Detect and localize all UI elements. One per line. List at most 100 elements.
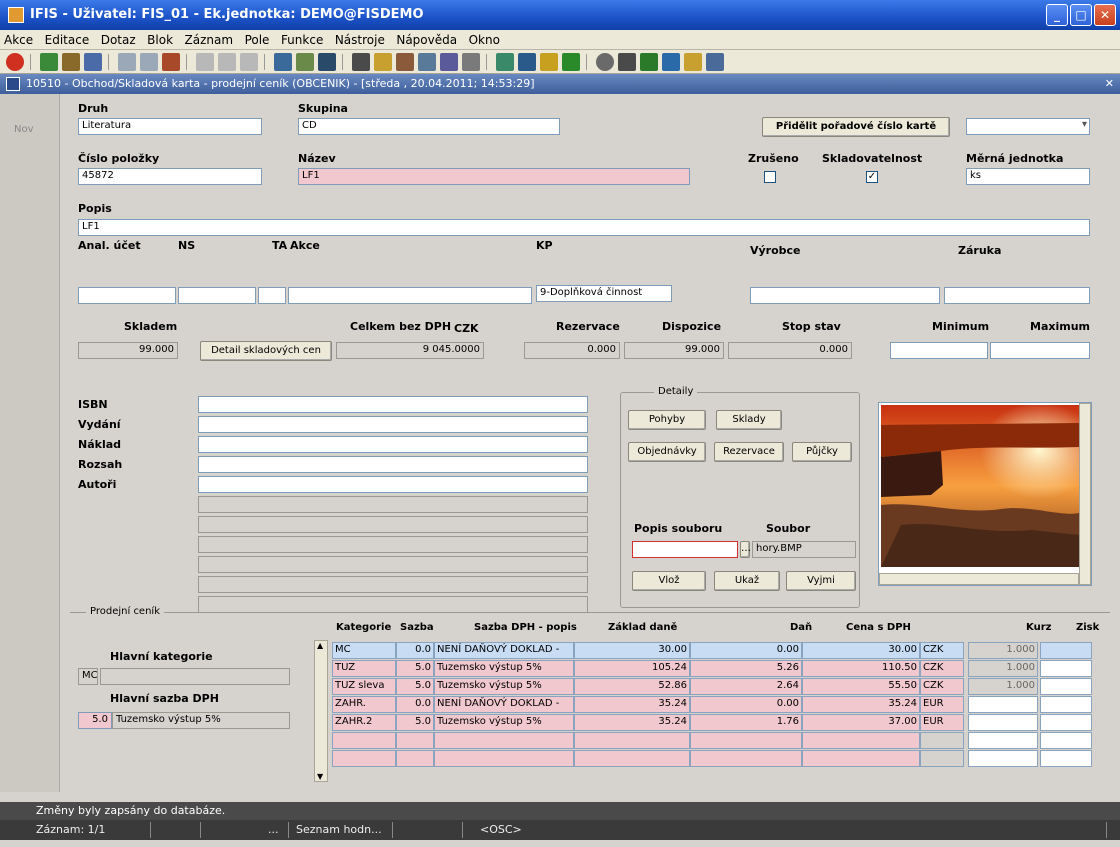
cell-kurz[interactable] — [968, 696, 1038, 713]
cell-popis[interactable]: Tuzemsko výstup 5% — [434, 660, 574, 677]
cell-mena[interactable]: EUR — [920, 696, 964, 713]
save-icon[interactable] — [40, 53, 58, 71]
vloz-button[interactable]: Vlož — [632, 571, 706, 591]
image-vscroll[interactable] — [1079, 403, 1091, 585]
isbn-field[interactable] — [198, 396, 588, 413]
vydani-field[interactable] — [198, 416, 588, 433]
cell-mena[interactable]: CZK — [920, 642, 964, 659]
web-icon[interactable] — [662, 53, 680, 71]
cell-mena[interactable]: EUR — [920, 714, 964, 731]
cell-zaklad[interactable]: 30.00 — [574, 642, 690, 659]
cell-mena[interactable]: CZK — [920, 660, 964, 677]
cell-cena[interactable]: 55.50 — [802, 678, 920, 695]
anal-field[interactable] — [78, 287, 176, 304]
cell-sazba[interactable]: 0.0 — [396, 696, 434, 713]
cut-icon[interactable] — [352, 53, 370, 71]
cell-empty[interactable] — [332, 732, 396, 749]
cell-zisk[interactable] — [1040, 696, 1092, 713]
cell-empty[interactable] — [574, 750, 690, 767]
nazev-field[interactable]: LF1 — [298, 168, 690, 185]
menu-blok[interactable]: Blok — [143, 30, 177, 47]
cell-empty[interactable] — [434, 732, 574, 749]
cell-empty[interactable] — [802, 732, 920, 749]
cell-popis[interactable]: NENÍ DAŇOVÝ DOKLAD - — [434, 696, 574, 713]
menu-pole[interactable]: Pole — [241, 30, 274, 47]
cell-kat[interactable]: MC — [332, 642, 396, 659]
ta-field[interactable] — [258, 287, 286, 304]
ns-field[interactable] — [178, 287, 256, 304]
menu-akce[interactable]: Akce — [0, 30, 37, 47]
akce-field[interactable] — [288, 287, 532, 304]
kp-field[interactable]: 9-Doplňková činnost — [536, 285, 672, 302]
excel-icon[interactable] — [640, 53, 658, 71]
rezervace-button[interactable]: Rezervace — [714, 442, 784, 462]
cell-empty[interactable] — [968, 732, 1038, 749]
cell-empty[interactable] — [396, 750, 434, 767]
mj-field[interactable]: ks — [966, 168, 1090, 185]
email-icon[interactable] — [318, 53, 336, 71]
cell-dan[interactable]: 2.64 — [690, 678, 802, 695]
cell-dan[interactable]: 1.76 — [690, 714, 802, 731]
autori-field-6[interactable] — [198, 576, 588, 593]
popis-souboru-field[interactable] — [632, 541, 738, 558]
cell-empty[interactable] — [690, 732, 802, 749]
close-button[interactable]: ✕ — [1094, 4, 1116, 26]
cell-popis[interactable]: Tuzemsko výstup 5% — [434, 714, 574, 731]
objednavky-button[interactable]: Objednávky — [628, 442, 706, 462]
cell-zaklad[interactable]: 105.24 — [574, 660, 690, 677]
sum-icon[interactable] — [618, 53, 636, 71]
pohyby-button[interactable]: Pohyby — [628, 410, 706, 430]
cell-cena[interactable]: 110.50 — [802, 660, 920, 677]
menu-funkce[interactable]: Funkce — [277, 30, 327, 47]
cell-kat[interactable]: TUZ sleva — [332, 678, 396, 695]
find-icon[interactable] — [418, 53, 436, 71]
maximize-button[interactable]: □ — [1070, 4, 1092, 26]
list-icon[interactable] — [440, 53, 458, 71]
scroll-down-icon[interactable]: ▼ — [317, 772, 323, 781]
pricing-vscroll[interactable]: ▲ ▼ — [314, 640, 328, 782]
cell-zisk[interactable] — [1040, 714, 1092, 731]
cell-kurz[interactable] — [968, 714, 1038, 731]
context-help-icon[interactable] — [706, 53, 724, 71]
cell-kat[interactable]: ZAHR.2 — [332, 714, 396, 731]
menu-okno[interactable]: Okno — [465, 30, 504, 47]
cell-zisk[interactable] — [1040, 642, 1092, 659]
sklady-button[interactable]: Sklady — [716, 410, 782, 430]
autori-field-4[interactable] — [198, 536, 588, 553]
cell-kat[interactable]: ZAHR. — [332, 696, 396, 713]
skladovatelnost-checkbox[interactable]: ✓ — [866, 171, 878, 183]
cell-cena[interactable]: 35.24 — [802, 696, 920, 713]
sort-asc-icon[interactable] — [196, 53, 214, 71]
autori-field-5[interactable] — [198, 556, 588, 573]
warning-icon[interactable] — [562, 53, 580, 71]
cell-dan[interactable]: 0.00 — [690, 642, 802, 659]
chart-icon[interactable] — [496, 53, 514, 71]
cell-popis[interactable]: Tuzemsko výstup 5% — [434, 678, 574, 695]
report-icon[interactable] — [296, 53, 314, 71]
naklad-field[interactable] — [198, 436, 588, 453]
type-select[interactable]: ▾ — [966, 118, 1090, 135]
menu-zaznam[interactable]: Záznam — [181, 30, 238, 47]
clock-icon[interactable] — [596, 53, 614, 71]
cell-empty[interactable] — [1040, 750, 1092, 767]
maximum-field[interactable] — [990, 342, 1090, 359]
insert-record-icon[interactable] — [62, 53, 80, 71]
menu-dotaz[interactable]: Dotaz — [97, 30, 140, 47]
execute-query-icon[interactable] — [140, 53, 158, 71]
browse-button[interactable]: … — [740, 541, 751, 558]
cell-cena[interactable]: 30.00 — [802, 642, 920, 659]
paste-icon[interactable] — [396, 53, 414, 71]
autori-field-3[interactable] — [198, 516, 588, 533]
cell-empty[interactable] — [802, 750, 920, 767]
help-icon[interactable] — [684, 53, 702, 71]
cislo-field[interactable]: 45872 — [78, 168, 262, 185]
cell-sazba[interactable]: 5.0 — [396, 714, 434, 731]
print-icon[interactable] — [274, 53, 292, 71]
cell-empty[interactable] — [574, 732, 690, 749]
minimize-button[interactable]: _ — [1046, 4, 1068, 26]
cell-empty[interactable] — [1040, 732, 1092, 749]
zruseno-checkbox[interactable] — [764, 171, 776, 183]
cell-sazba[interactable]: 5.0 — [396, 660, 434, 677]
copy-icon[interactable] — [374, 53, 392, 71]
columns-icon[interactable] — [462, 53, 480, 71]
